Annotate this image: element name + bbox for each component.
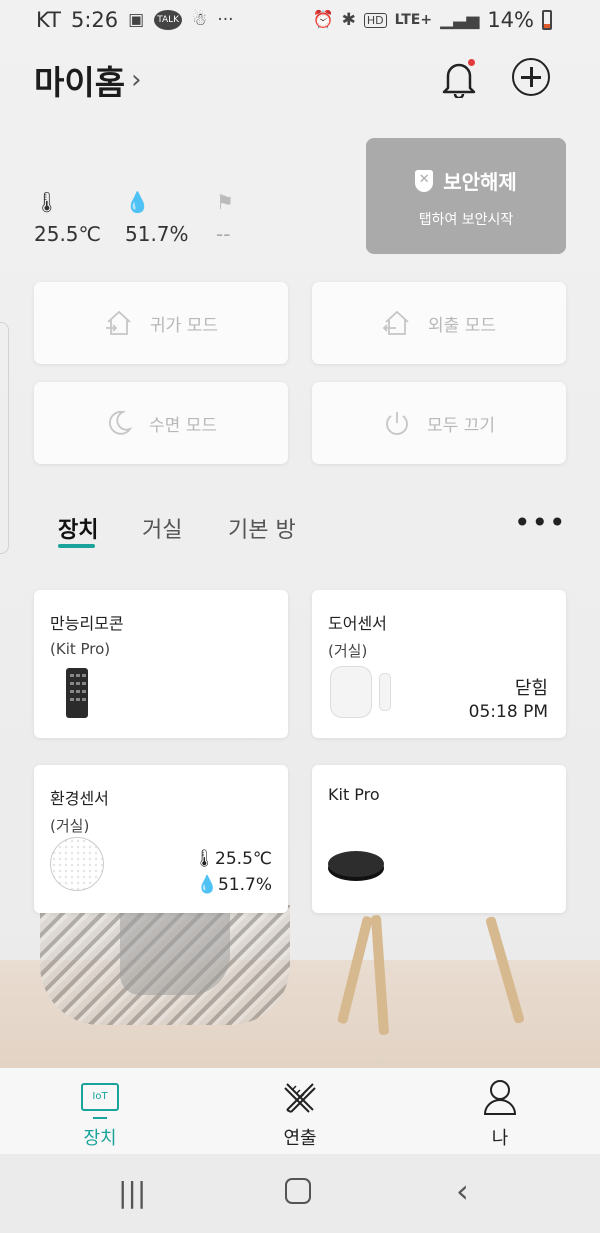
iot-icon: IoT bbox=[81, 1083, 119, 1119]
mode-all-off-button[interactable]: 모두 끄기 bbox=[312, 382, 566, 464]
nav-profile[interactable]: 나 bbox=[440, 1078, 560, 1150]
device-card-kit-pro[interactable]: Kit Pro bbox=[312, 765, 566, 913]
thermometer-icon: 🌡 bbox=[193, 849, 216, 869]
remote-control-icon bbox=[66, 668, 88, 718]
mode-arrive-home-button[interactable]: 귀가 모드 bbox=[34, 282, 288, 364]
active-tab-indicator bbox=[58, 544, 95, 548]
tools-icon bbox=[284, 1083, 316, 1113]
edge-panel-handle[interactable] bbox=[0, 322, 9, 554]
bottom-navigation: IoT 장치 연출 나 bbox=[0, 1068, 600, 1154]
home-leave-icon bbox=[382, 310, 409, 335]
carrier-label: KT bbox=[36, 8, 61, 32]
kakaotalk-icon: TALK bbox=[154, 10, 183, 30]
door-state-time: 05:18 PM bbox=[468, 702, 548, 722]
door-sensor-icon bbox=[330, 666, 391, 718]
security-toggle-card[interactable]: ✕ 보안해제 탭하여 보안시작 bbox=[366, 138, 566, 254]
mode-label: 외출 모드 bbox=[428, 315, 496, 336]
device-name: 도어센서 bbox=[328, 614, 387, 633]
battery-percent: 14% bbox=[487, 8, 534, 32]
nav-label: 나 bbox=[491, 1128, 509, 1149]
power-icon bbox=[386, 412, 408, 435]
humidity-value: 51.7% bbox=[125, 222, 189, 246]
nav-devices[interactable]: IoT 장치 bbox=[40, 1078, 160, 1150]
tab-living-room[interactable]: 거실 bbox=[142, 512, 182, 544]
nav-label: 장치 bbox=[83, 1128, 117, 1149]
app-notification-icon: ☃ bbox=[192, 10, 208, 30]
more-options-icon[interactable]: ••• bbox=[514, 509, 567, 537]
humidity-sensor: 💧 51.7% bbox=[125, 190, 189, 246]
bluetooth-icon: ✱ bbox=[341, 10, 356, 30]
mode-label: 모두 끄기 bbox=[427, 415, 495, 436]
security-label: 보안해제 bbox=[443, 170, 517, 194]
more-notifications-icon: ··· bbox=[217, 10, 234, 30]
background-blanket bbox=[120, 905, 230, 995]
hub-device-icon bbox=[328, 851, 384, 877]
environment-sensor-icon bbox=[50, 837, 104, 891]
home-icon[interactable] bbox=[285, 1178, 311, 1204]
clock: 5:26 bbox=[70, 8, 119, 32]
environment-readings: 🌡25.5℃ 💧51.7% bbox=[193, 849, 272, 895]
battery-icon bbox=[542, 10, 552, 30]
device-card-environment-sensor[interactable]: 환경센서 (거실) 🌡25.5℃ 💧51.7% bbox=[34, 765, 288, 913]
recent-apps-icon[interactable]: ||| bbox=[118, 1176, 146, 1209]
add-button[interactable] bbox=[512, 58, 550, 96]
gallery-icon: ▣ bbox=[128, 10, 145, 30]
mode-label: 수면 모드 bbox=[149, 415, 217, 436]
notification-badge bbox=[468, 59, 475, 66]
system-navigation-bar: ||| ‹ bbox=[0, 1154, 600, 1233]
hd-voice-icon: HD bbox=[363, 12, 387, 28]
air-quality-icon: ⚑ bbox=[216, 190, 234, 214]
device-room: (Kit Pro) bbox=[50, 640, 111, 658]
network-type-label: LTE+ bbox=[394, 12, 433, 28]
chevron-right-icon: › bbox=[131, 65, 142, 95]
mode-sleep-button[interactable]: 수면 모드 bbox=[34, 382, 288, 464]
water-drops-icon: 💧 bbox=[125, 190, 150, 214]
humidity-reading: 💧51.7% bbox=[196, 875, 272, 895]
nav-label: 연출 bbox=[283, 1128, 317, 1149]
device-card-remote[interactable]: 만능리모콘 (Kit Pro) bbox=[34, 590, 288, 738]
air-quality-value: -- bbox=[216, 222, 231, 246]
device-room: (거실) bbox=[50, 817, 90, 835]
tab-default-room[interactable]: 기본 방 bbox=[228, 512, 296, 544]
device-name: 환경센서 bbox=[50, 789, 109, 808]
alarm-icon: ⏰ bbox=[312, 10, 334, 30]
water-drop-icon: 💧 bbox=[196, 875, 218, 895]
shield-off-icon: ✕ bbox=[415, 169, 434, 192]
signal-icon: ▁▃▅ bbox=[440, 10, 480, 30]
temperature-sensor: 🌡 25.5℃ bbox=[34, 190, 101, 246]
temperature-value: 25.5℃ bbox=[34, 222, 101, 246]
moon-icon bbox=[109, 410, 133, 435]
person-icon bbox=[483, 1080, 517, 1115]
device-card-door-sensor[interactable]: 도어센서 (거실) 닫힘 05:18 PM bbox=[312, 590, 566, 738]
page-title: 마이홈 bbox=[34, 63, 126, 102]
mode-label: 귀가 모드 bbox=[150, 315, 218, 336]
device-name: Kit Pro bbox=[328, 785, 380, 804]
tab-devices[interactable]: 장치 bbox=[58, 512, 98, 544]
door-state: 닫힘 bbox=[514, 678, 548, 699]
device-room: (거실) bbox=[328, 642, 368, 660]
mode-away-button[interactable]: 외출 모드 bbox=[312, 282, 566, 364]
thermometer-icon: 🌡 bbox=[34, 190, 60, 214]
device-name: 만능리모콘 bbox=[50, 614, 124, 633]
home-selector[interactable]: 마이홈 › bbox=[34, 56, 142, 104]
back-icon[interactable]: ‹ bbox=[456, 1172, 469, 1210]
nav-scenes[interactable]: 연출 bbox=[240, 1078, 360, 1150]
home-arrive-icon bbox=[106, 310, 131, 335]
status-bar: KT 5:26 ▣ TALK ☃ ··· ⏰ ✱ HD LTE+ ▁▃▅ 14% bbox=[0, 0, 600, 44]
security-hint: 탭하여 보안시작 bbox=[418, 212, 514, 228]
air-quality-sensor: ⚑ -- bbox=[216, 190, 234, 246]
temperature-reading: 🌡25.5℃ bbox=[193, 849, 272, 869]
